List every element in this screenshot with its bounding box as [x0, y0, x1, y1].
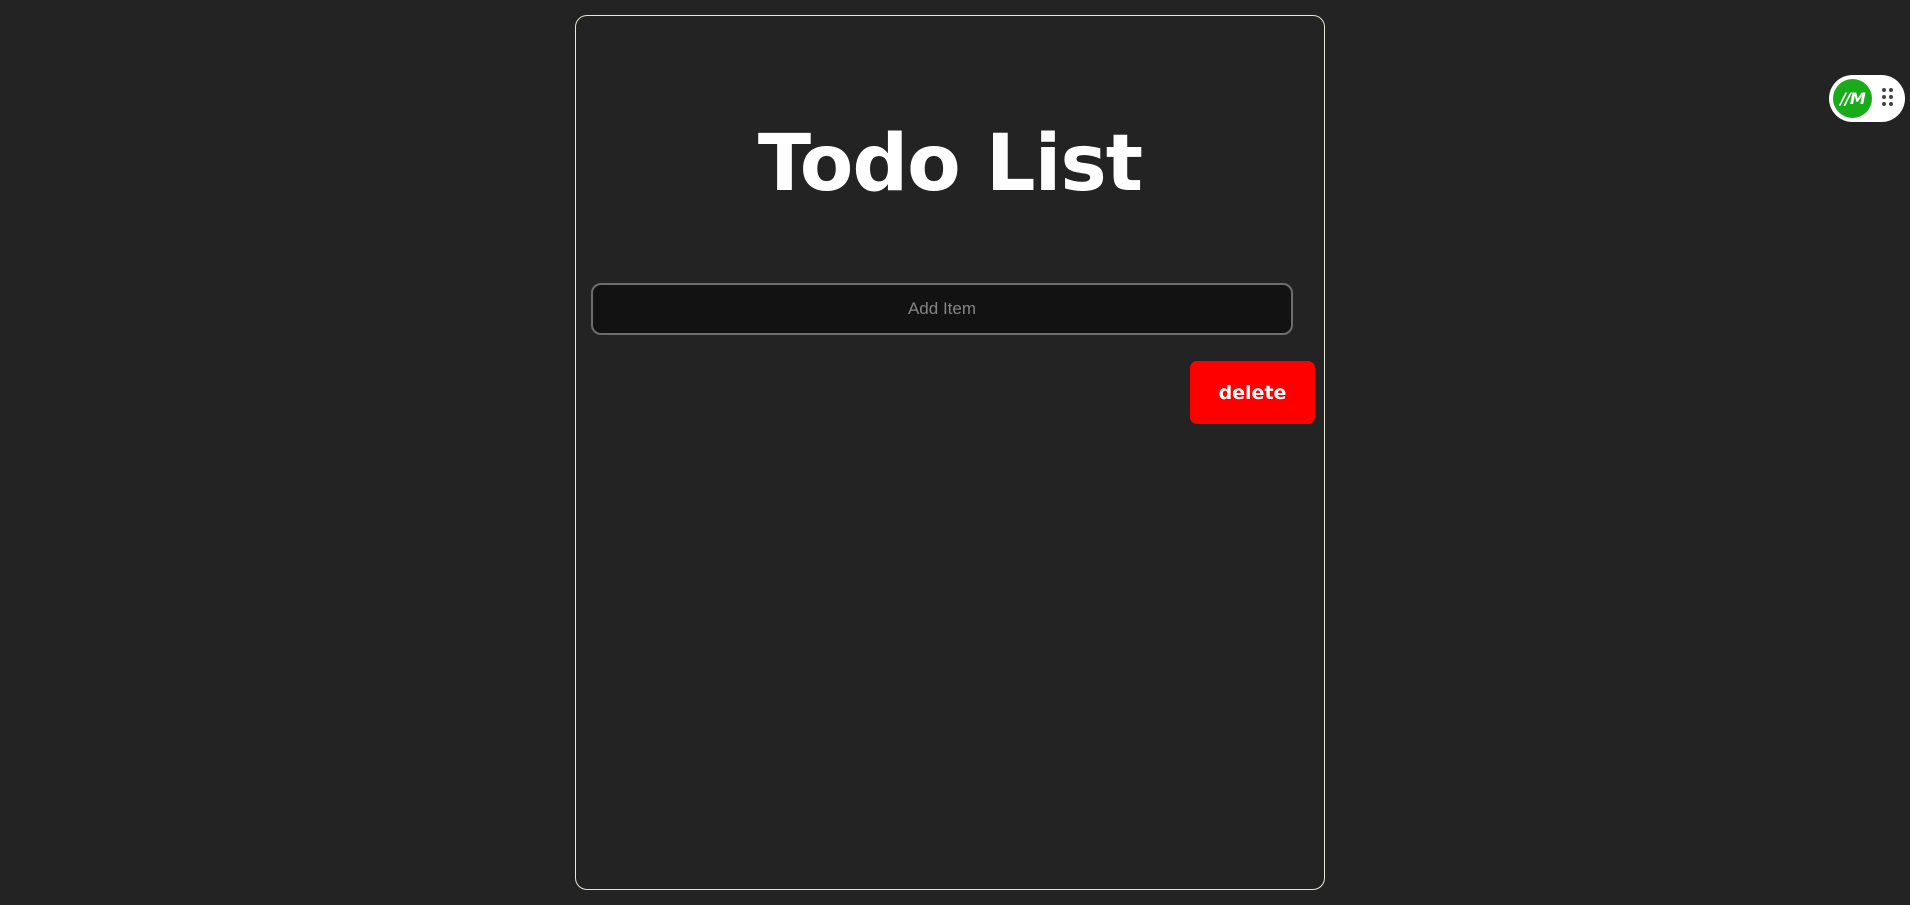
extension-widget[interactable]: //M: [1829, 75, 1905, 122]
add-item-input[interactable]: [591, 283, 1293, 335]
drag-dot: [1882, 88, 1886, 92]
drag-dot: [1882, 102, 1886, 106]
extension-logo-icon[interactable]: //M: [1833, 79, 1872, 118]
drag-dot: [1882, 95, 1886, 99]
drag-handle-icon[interactable]: [1882, 88, 1894, 108]
drag-dot: [1889, 102, 1893, 106]
drag-dot: [1889, 95, 1893, 99]
drag-dot: [1889, 88, 1893, 92]
delete-button[interactable]: delete: [1190, 361, 1315, 424]
todo-card: Todo List delete: [575, 15, 1325, 890]
page-title: Todo List: [757, 119, 1143, 209]
